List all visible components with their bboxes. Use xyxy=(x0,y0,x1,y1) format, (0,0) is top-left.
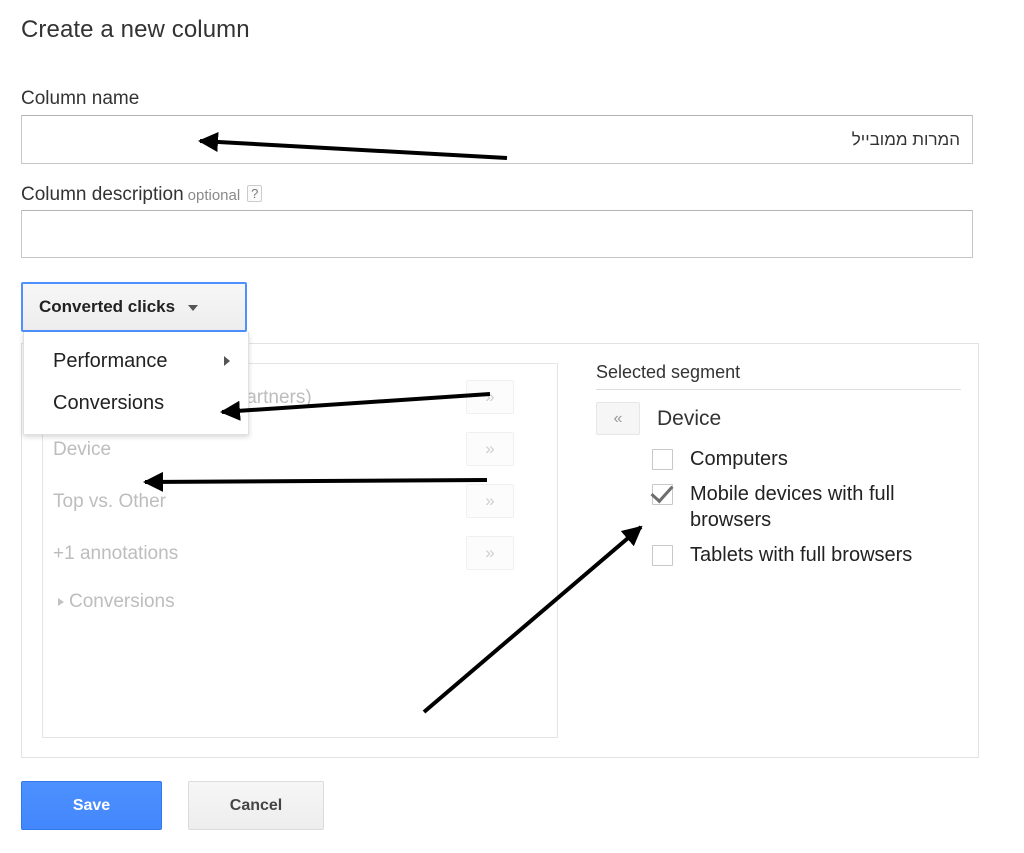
chevron-down-icon xyxy=(188,305,199,311)
move-right-icon[interactable]: » xyxy=(466,432,514,466)
move-right-icon[interactable]: » xyxy=(466,484,514,518)
segment-option-row[interactable]: Tablets with full browsers xyxy=(652,542,961,568)
move-right-icon[interactable]: » xyxy=(466,380,514,414)
checkbox-tablets[interactable] xyxy=(652,545,673,566)
column-name-input[interactable] xyxy=(21,115,973,164)
segment-option-label: Computers xyxy=(690,448,788,470)
page-title: Create a new column xyxy=(21,16,250,43)
column-description-label-text: Column description xyxy=(21,184,184,205)
menu-item-label: Performance xyxy=(53,349,168,372)
metric-dropdown-menu: Performance Conversions xyxy=(23,332,249,435)
available-segment-row[interactable]: +1 annotations » xyxy=(43,528,559,580)
segment-option-row[interactable]: Computers xyxy=(652,446,961,472)
selected-segment-title: Device xyxy=(657,406,722,430)
available-segment-label: Top vs. Other xyxy=(53,491,166,512)
menu-item-label: Conversions xyxy=(53,391,165,414)
selected-segment-header-row: « Device xyxy=(596,402,961,435)
menu-item-performance[interactable]: Performance xyxy=(24,340,248,382)
selected-segment-column: Selected segment « Device Computers Mobi… xyxy=(596,362,961,577)
menu-item-conversions[interactable]: Conversions xyxy=(24,382,248,424)
move-right-icon[interactable]: » xyxy=(466,536,514,570)
segment-option-row[interactable]: Mobile devices with full browsers xyxy=(652,481,961,533)
chevron-right-icon xyxy=(224,356,230,366)
selected-segment-options: Computers Mobile devices with full brows… xyxy=(652,446,961,568)
cancel-button[interactable]: Cancel xyxy=(188,781,324,830)
segment-option-label: Mobile devices with full browsers xyxy=(690,483,895,531)
save-button[interactable]: Save xyxy=(21,781,162,830)
available-segment-label: Conversions xyxy=(69,591,175,612)
segment-option-label: Tablets with full browsers xyxy=(690,544,913,566)
checkbox-mobile-devices[interactable] xyxy=(652,484,673,505)
available-segment-row[interactable]: Top vs. Other » xyxy=(43,476,559,528)
help-icon[interactable]: ? xyxy=(247,185,263,202)
available-segment-group-row[interactable]: Conversions xyxy=(43,576,559,628)
optional-tag: optional xyxy=(187,187,241,204)
column-description-label: Column description optional? xyxy=(21,184,263,206)
column-description-input[interactable] xyxy=(21,210,973,258)
metric-dropdown-button[interactable]: Converted clicks xyxy=(21,282,247,332)
column-name-label: Column name xyxy=(21,88,140,109)
metric-dropdown-button-label: Converted clicks xyxy=(39,297,176,316)
chevron-right-icon[interactable] xyxy=(58,598,64,606)
available-segment-label: Device xyxy=(53,439,112,460)
move-left-icon[interactable]: « xyxy=(596,402,640,435)
selected-segment-heading: Selected segment xyxy=(596,362,961,390)
available-segment-label: +1 annotations xyxy=(53,543,179,564)
checkbox-computers[interactable] xyxy=(652,449,673,470)
